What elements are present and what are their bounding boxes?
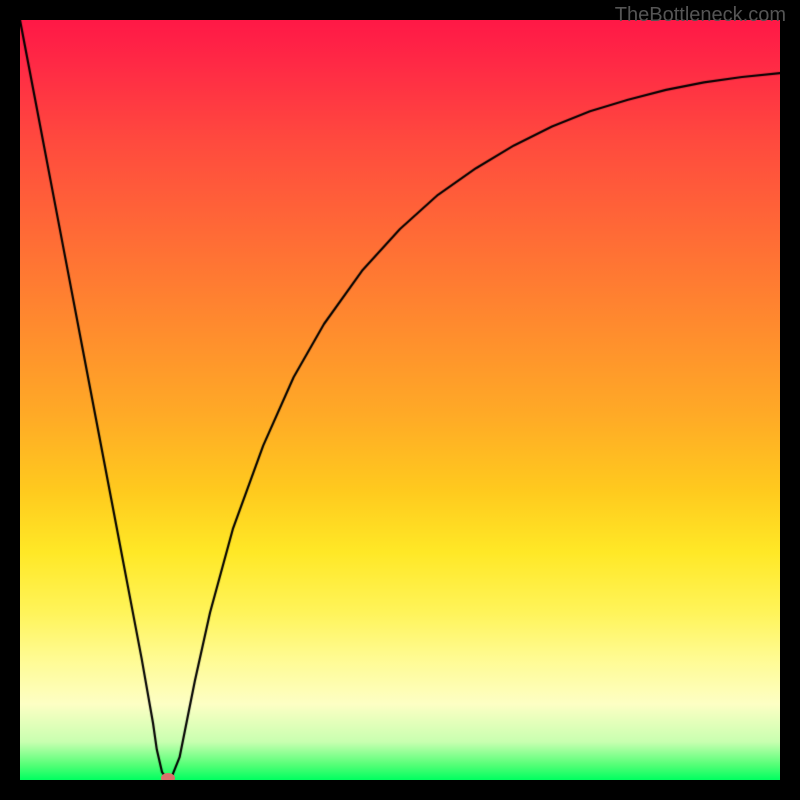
watermark-text: TheBottleneck.com [615, 4, 786, 27]
optimum-marker-icon [161, 773, 175, 780]
plot-area [20, 20, 780, 780]
bottleneck-curve [20, 20, 780, 780]
